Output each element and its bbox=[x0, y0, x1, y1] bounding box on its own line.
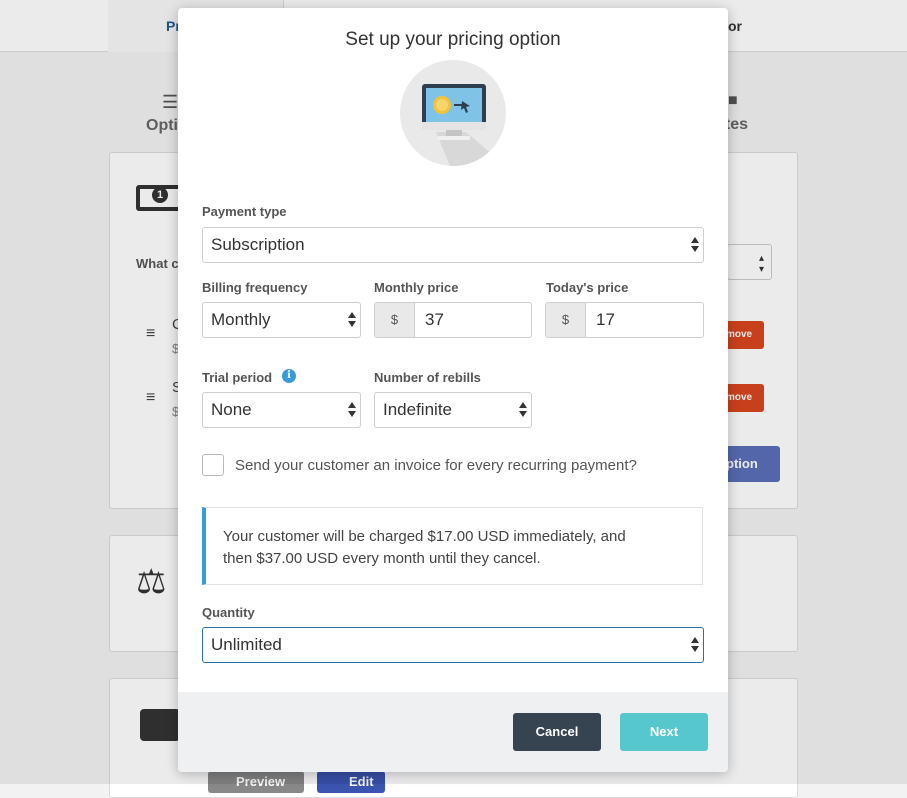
invoice-checkbox[interactable] bbox=[202, 454, 224, 476]
currency-addon: $ bbox=[375, 303, 415, 337]
info-icon[interactable]: i bbox=[282, 369, 296, 383]
computer-payment-icon bbox=[400, 60, 506, 166]
cancel-button[interactable]: Cancel bbox=[513, 713, 601, 751]
billing-frequency-label: Billing frequency bbox=[202, 280, 308, 295]
invoice-checkbox-label[interactable]: Send your customer an invoice for every … bbox=[235, 457, 637, 474]
trial-period-label: Trial period bbox=[202, 370, 273, 385]
modal-footer: Cancel Next bbox=[178, 692, 728, 772]
select-arrows-icon bbox=[348, 310, 356, 330]
pricing-option-modal: Set up your pricing option Payment type … bbox=[178, 8, 728, 772]
rebills-select[interactable]: Indefinite bbox=[374, 392, 532, 428]
select-arrows-icon bbox=[519, 400, 527, 420]
rebills-label: Number of rebills bbox=[374, 370, 481, 385]
billing-frequency-select[interactable]: Monthly bbox=[202, 302, 361, 338]
payment-type-select[interactable]: Subscription bbox=[202, 227, 704, 263]
next-button[interactable]: Next bbox=[620, 713, 708, 751]
modal-title: Set up your pricing option bbox=[345, 29, 561, 50]
select-arrows-icon bbox=[691, 635, 699, 655]
select-arrows-icon bbox=[348, 400, 356, 420]
trial-period-select[interactable]: None bbox=[202, 392, 361, 428]
quantity-select[interactable]: Unlimited bbox=[202, 627, 704, 663]
monthly-price-label: Monthly price bbox=[374, 280, 459, 295]
select-arrows-icon bbox=[691, 235, 699, 255]
charge-summary-notice: Your customer will be charged $17.00 USD… bbox=[202, 507, 703, 585]
monthly-price-input[interactable]: $ 37 bbox=[374, 302, 532, 338]
currency-addon: $ bbox=[546, 303, 586, 337]
quantity-label: Quantity bbox=[202, 605, 255, 620]
todays-price-label: Today's price bbox=[546, 280, 629, 295]
payment-type-label: Payment type bbox=[202, 204, 287, 219]
todays-price-input[interactable]: $ 17 bbox=[545, 302, 704, 338]
